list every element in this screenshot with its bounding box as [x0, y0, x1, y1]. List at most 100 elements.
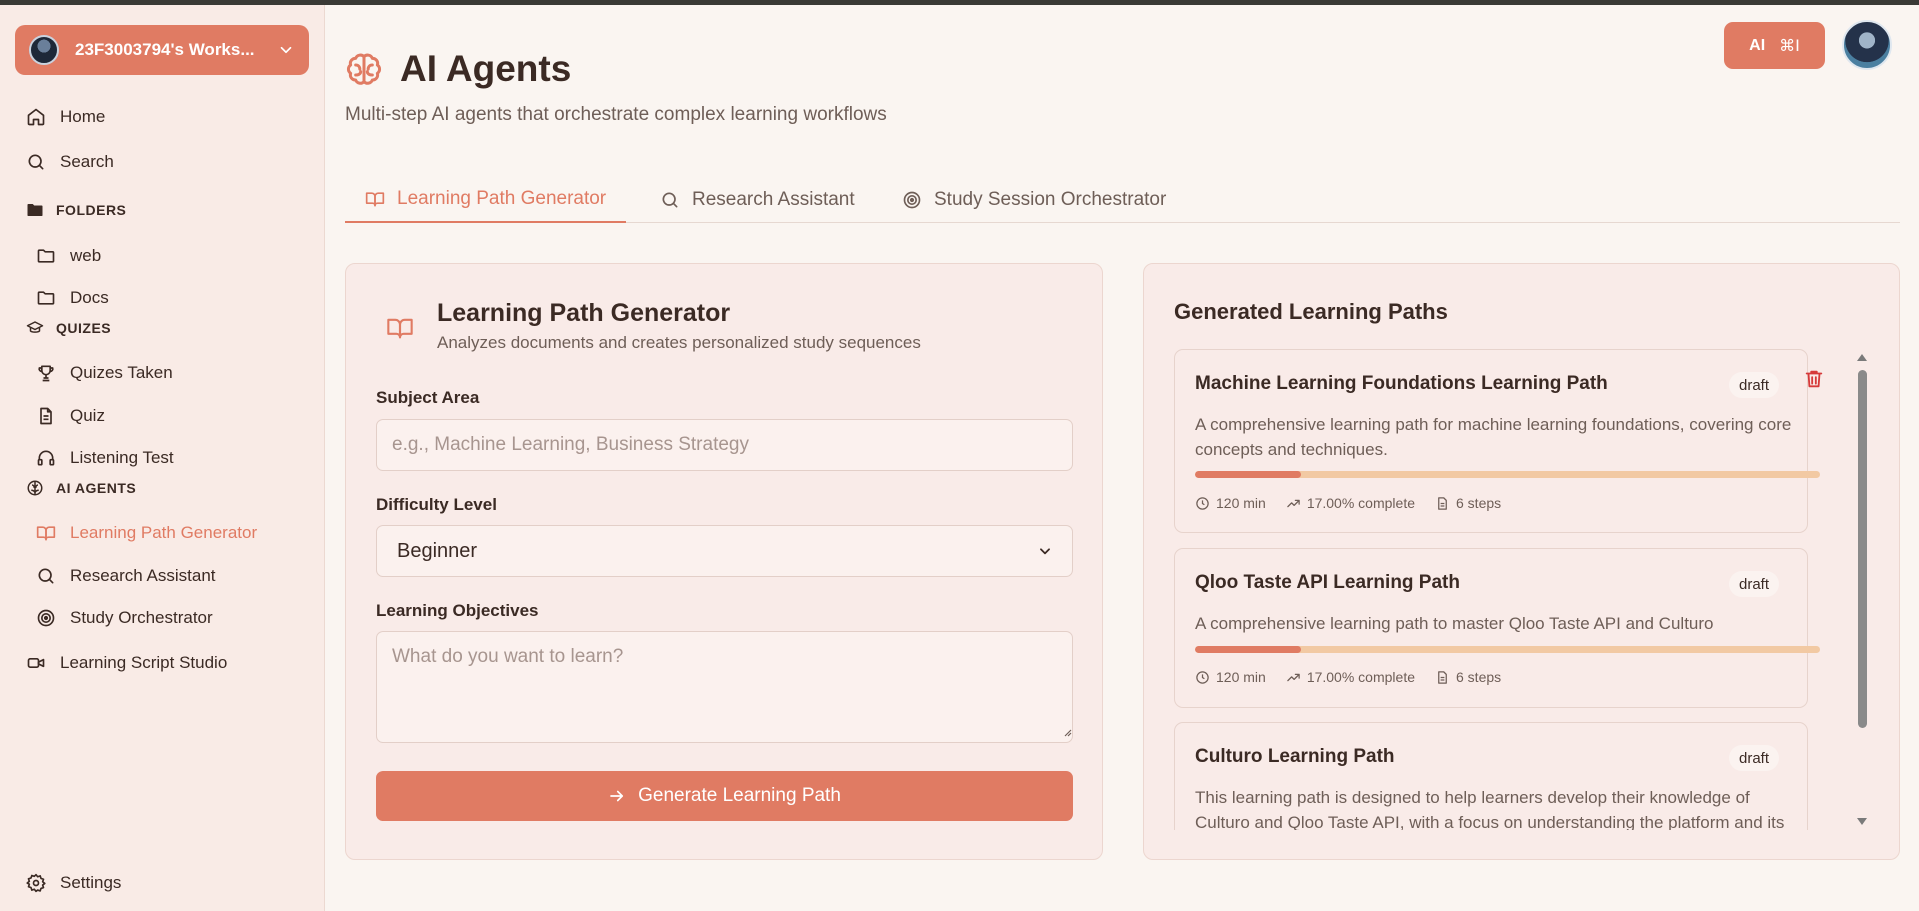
search-icon — [38, 568, 54, 584]
list-item[interactable]: Culturo Learning Path draft This learnin… — [1174, 722, 1808, 830]
folder-filled-icon — [27, 204, 43, 216]
section-quizzes: QUIZES — [26, 317, 111, 339]
page-title: AI Agents — [400, 48, 572, 89]
sidebar-item-label: Learning Script Studio — [60, 653, 228, 672]
sidebar-item-quiz[interactable]: Quiz — [36, 401, 105, 431]
sidebar-item-settings[interactable]: Settings — [26, 868, 121, 898]
arrow-right-icon — [610, 790, 624, 802]
difficulty-level-label: Difficulty Level — [376, 495, 497, 514]
path-title: Qloo Taste API Learning Path — [1195, 572, 1460, 593]
scroll-down-arrow-icon[interactable] — [1856, 815, 1868, 827]
home-icon — [27, 108, 45, 126]
learning-objectives-textarea[interactable] — [376, 631, 1073, 743]
step-count: 6 steps — [1456, 669, 1502, 685]
sidebar-item-folder-web[interactable]: web — [36, 241, 101, 271]
path-meta: 120 min 17.00% complete 6 steps — [1195, 495, 1521, 511]
step-count: 6 steps — [1456, 495, 1502, 511]
section-title: FOLDERS — [56, 202, 127, 218]
scrollbar-thumb[interactable] — [1858, 370, 1867, 728]
list-item[interactable]: Qloo Taste API Learning Path draft A com… — [1174, 548, 1820, 708]
sidebar-item-learning-path-generator[interactable]: Learning Path Generator — [36, 518, 257, 548]
tab-study-session-orchestrator[interactable]: Study Session Orchestrator — [882, 176, 1186, 223]
clock-icon — [1196, 496, 1209, 510]
sidebar-item-label: Search — [60, 152, 114, 171]
progress-fill — [1195, 471, 1302, 478]
sidebar-item-label: Quizes Taken — [70, 363, 173, 382]
path-title: Culturo Learning Path — [1195, 746, 1395, 767]
select-value: Beginner — [397, 539, 478, 562]
search-icon — [662, 192, 678, 207]
sidebar-item-research-assistant[interactable]: Research Assistant — [36, 561, 216, 591]
resize-handle-icon[interactable] — [1062, 727, 1072, 737]
list-item[interactable]: Machine Learning Foundations Learning Pa… — [1174, 349, 1823, 533]
sidebar-item-listening-test[interactable]: Listening Test — [36, 443, 174, 473]
tab-learning-path-generator[interactable]: Learning Path Generator — [345, 176, 627, 223]
sidebar-item-learning-script-studio[interactable]: Learning Script Studio — [26, 648, 227, 678]
section-folders: FOLDERS — [26, 199, 126, 221]
difficulty-level-select[interactable]: Beginner — [376, 525, 1073, 577]
page-subtitle: Multi-step AI agents that orchestrate co… — [345, 104, 887, 125]
chevron-down-icon — [280, 46, 292, 54]
sidebar-item-folder-docs[interactable]: Docs — [36, 283, 109, 313]
sidebar-item-label: Listening Test — [70, 448, 174, 467]
document-icon — [1438, 496, 1447, 510]
sidebar-item-study-orchestrator[interactable]: Study Orchestrator — [36, 603, 213, 633]
keyboard-shortcut: ⌘I — [1779, 36, 1800, 55]
sidebar-item-label: Learning Path Generator — [70, 523, 258, 542]
workspace-switcher[interactable]: 23F3003794's Works... — [15, 25, 309, 75]
subject-area-input[interactable] — [376, 419, 1073, 471]
paths-list[interactable]: Machine Learning Foundations Learning Pa… — [1174, 349, 1879, 830]
document-icon — [1438, 670, 1447, 684]
brain-icon — [27, 480, 43, 496]
status-badge: draft — [1729, 745, 1780, 771]
user-avatar[interactable] — [1842, 20, 1892, 70]
book-open-icon — [365, 191, 385, 206]
generated-paths-card: Generated Learning Paths Machine Learnin… — [1143, 263, 1900, 860]
sidebar-item-label: Home — [60, 107, 106, 126]
trash-icon[interactable] — [1803, 368, 1825, 390]
folder-icon — [37, 249, 55, 263]
duration: 120 min — [1216, 669, 1266, 685]
path-description: A comprehensive learning path for machin… — [1195, 415, 1792, 459]
sidebar-item-quizes-taken[interactable]: Quizes Taken — [36, 358, 173, 388]
sidebar-item-label: Study Orchestrator — [70, 608, 213, 627]
progress-fill — [1195, 646, 1302, 653]
sidebar-item-search[interactable]: Search — [26, 147, 114, 177]
path-description: This learning path is designed to help l… — [1195, 788, 1785, 830]
path-meta: 120 min 17.00% complete 6 steps — [1195, 669, 1521, 685]
progress-bar — [1195, 471, 1820, 478]
target-icon — [37, 609, 55, 627]
gear-icon — [26, 873, 46, 893]
card-title: Learning Path Generator — [437, 299, 731, 327]
status-badge: draft — [1729, 372, 1780, 398]
video-camera-icon — [27, 658, 45, 668]
sidebar-item-home[interactable]: Home — [26, 102, 105, 132]
sidebar-item-label: web — [70, 246, 102, 265]
section-title: AI AGENTS — [56, 480, 137, 496]
document-icon — [40, 407, 52, 425]
completion: 17.00% complete — [1306, 669, 1415, 685]
tab-label: Research Assistant — [692, 188, 855, 210]
subject-area-label: Subject Area — [376, 388, 480, 407]
card-title: Generated Learning Paths — [1174, 299, 1448, 324]
generate-learning-path-button[interactable]: Generate Learning Path — [376, 771, 1073, 821]
graduation-cap-icon — [26, 321, 44, 333]
tab-research-assistant[interactable]: Research Assistant — [640, 176, 875, 223]
search-icon — [28, 154, 44, 170]
duration: 120 min — [1216, 495, 1266, 511]
button-label: Generate Learning Path — [638, 785, 841, 806]
learning-objectives-label: Learning Objectives — [376, 601, 539, 620]
ai-assistant-button[interactable]: AI ⌘I — [1724, 22, 1825, 69]
section-ai-agents: AI AGENTS — [26, 477, 136, 499]
section-title: QUIZES — [56, 320, 112, 336]
path-title: Machine Learning Foundations Learning Pa… — [1195, 373, 1608, 394]
trending-up-icon — [1287, 673, 1300, 681]
sidebar-item-label: Docs — [70, 288, 109, 307]
paths-scrollbar[interactable] — [1854, 352, 1870, 827]
trophy-icon — [38, 365, 54, 382]
workspace-avatar — [29, 35, 59, 65]
clock-icon — [1196, 670, 1209, 684]
trending-up-icon — [1287, 499, 1300, 507]
scroll-up-arrow-icon[interactable] — [1856, 352, 1868, 364]
workspace-name: 23F3003794's Works... — [75, 40, 255, 59]
